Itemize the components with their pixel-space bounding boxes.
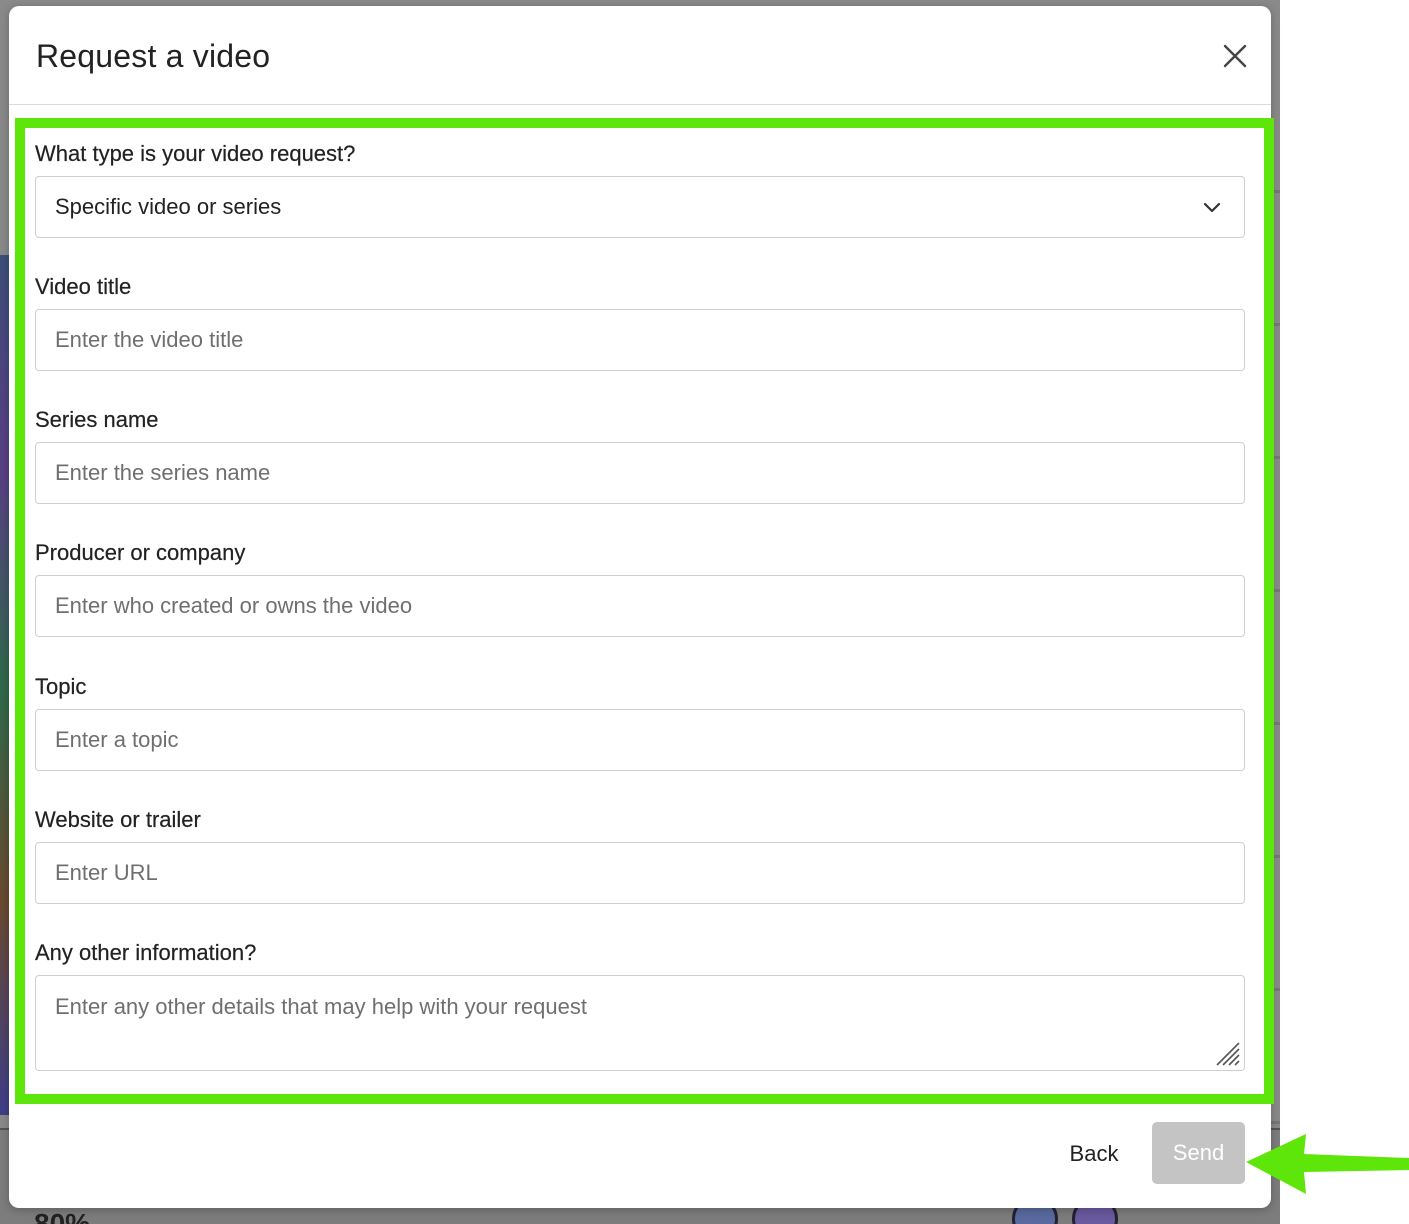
other-info-textarea[interactable] bbox=[35, 975, 1245, 1071]
close-icon bbox=[1223, 44, 1247, 68]
video-title-label: Video title bbox=[35, 274, 132, 299]
dialog-header: Request a video bbox=[9, 6, 1271, 105]
background-percent-text: 80% bbox=[34, 1208, 91, 1224]
video-title-input[interactable] bbox=[35, 309, 1245, 371]
other-info-label: Any other information? bbox=[35, 940, 257, 965]
topic-label: Topic bbox=[35, 674, 87, 699]
close-button[interactable] bbox=[1221, 42, 1249, 70]
request-type-value: Specific video or series bbox=[55, 194, 282, 219]
request-type-label: What type is your video request? bbox=[35, 141, 356, 166]
series-name-label: Series name bbox=[35, 407, 159, 432]
background-image-strip bbox=[0, 255, 9, 1115]
send-button[interactable]: Send bbox=[1152, 1122, 1245, 1184]
chevron-down-icon bbox=[1203, 202, 1221, 213]
dialog-footer: Back Send bbox=[9, 1106, 1271, 1208]
producer-input[interactable] bbox=[35, 575, 1245, 637]
website-label: Website or trailer bbox=[35, 807, 201, 832]
request-type-select[interactable]: Specific video or series bbox=[35, 176, 1245, 238]
back-button[interactable]: Back bbox=[1049, 1132, 1139, 1176]
dialog-title: Request a video bbox=[36, 38, 271, 74]
background-right-edge bbox=[1270, 60, 1280, 1160]
arrow-pointer-icon bbox=[1246, 1134, 1409, 1194]
series-name-input[interactable] bbox=[35, 442, 1245, 504]
resize-handle-icon[interactable] bbox=[1213, 1039, 1243, 1069]
website-input[interactable] bbox=[35, 842, 1245, 904]
topic-input[interactable] bbox=[35, 709, 1245, 771]
request-video-dialog: Request a video What type is your video … bbox=[9, 6, 1271, 1208]
producer-label: Producer or company bbox=[35, 540, 246, 565]
